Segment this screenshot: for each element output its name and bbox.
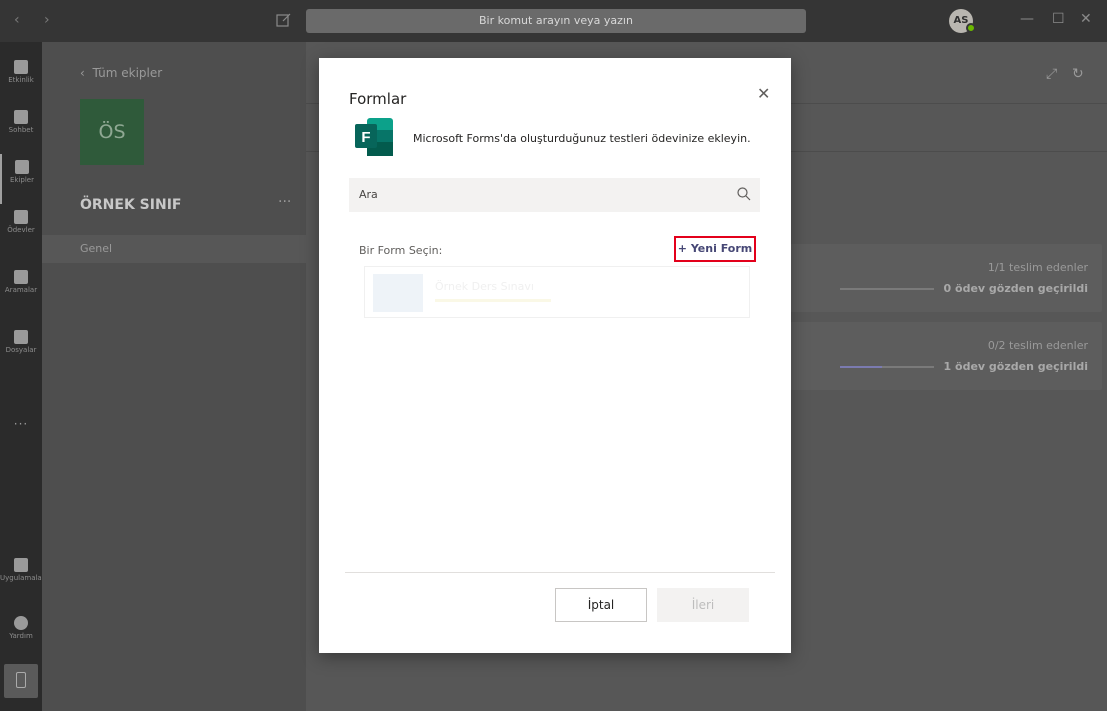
close-window-icon[interactable]: ✕	[1080, 11, 1092, 27]
status-indicator	[966, 23, 976, 33]
search-icon	[737, 187, 751, 201]
teams-icon	[15, 160, 29, 174]
expand-icon[interactable]: ⤢	[1046, 66, 1057, 82]
phone-icon	[14, 270, 28, 284]
assignments-icon	[14, 210, 28, 224]
nav-arrows[interactable]: ‹ ›	[14, 12, 60, 28]
app-rail: Etkinlik Sohbet Ekipler Ödevler Aramalar…	[0, 42, 45, 711]
device-icon[interactable]	[4, 664, 38, 698]
microsoft-forms-icon: F	[355, 118, 393, 156]
rail-item-calls[interactable]: Aramalar	[0, 264, 42, 314]
form-search-input[interactable]: Ara	[349, 178, 760, 212]
rail-item-apps[interactable]: Uygulamalar	[0, 552, 45, 602]
assignment-card[interactable]: 1/1 teslim edenler 0 ödev gözden geçiril…	[790, 244, 1102, 312]
compose-icon[interactable]	[275, 11, 293, 29]
form-thumbnail	[373, 274, 423, 312]
chat-icon	[14, 110, 28, 124]
refresh-icon[interactable]: ↻	[1072, 66, 1084, 82]
title-bar: ‹ › Bir komut arayın veya yazın AS — ☐ ✕	[0, 0, 1107, 42]
rail-item-activity[interactable]: Etkinlik	[0, 54, 42, 104]
dialog-title: Formlar	[349, 90, 407, 108]
rail-item-files[interactable]: Dosyalar	[0, 324, 42, 374]
file-icon	[14, 330, 28, 344]
team-more-icon[interactable]: ···	[278, 194, 291, 210]
team-tile: ÖS	[80, 99, 144, 165]
svg-text:F: F	[361, 129, 370, 146]
cancel-button[interactable]: İptal	[555, 588, 647, 622]
maximize-icon[interactable]: ☐	[1052, 11, 1065, 27]
review-progress-bar	[840, 366, 934, 368]
forms-dialog: Formlar ✕ F Microsoft Forms'da oluşturdu…	[319, 58, 791, 653]
bell-icon	[14, 60, 28, 74]
minimize-icon[interactable]: —	[1020, 11, 1034, 27]
rail-item-chat[interactable]: Sohbet	[0, 104, 42, 154]
team-name: ÖRNEK SINIF	[80, 197, 182, 213]
review-progress-bar	[840, 288, 934, 290]
channel-item-general[interactable]: Genel	[42, 235, 306, 263]
rail-item-help[interactable]: Yardım	[0, 610, 42, 660]
next-button[interactable]: İleri	[657, 588, 749, 622]
close-icon[interactable]: ✕	[757, 84, 770, 103]
apps-icon	[14, 558, 28, 572]
rail-item-teams[interactable]: Ekipler	[0, 154, 42, 204]
team-panel: ‹ Tüm ekipler ÖS ÖRNEK SINIF ··· Genel	[42, 42, 306, 711]
help-icon	[14, 616, 28, 630]
more-apps-icon[interactable]: ···	[0, 417, 42, 431]
rail-item-assignments[interactable]: Ödevler	[0, 204, 42, 254]
new-form-button[interactable]: + Yeni Form	[674, 236, 756, 262]
list-item[interactable]: Örnek Ders Sınavı	[364, 266, 750, 318]
command-search-bar[interactable]: Bir komut arayın veya yazın	[306, 9, 806, 33]
dialog-description: Microsoft Forms'da oluşturduğunuz testle…	[413, 132, 751, 145]
assignment-card[interactable]: 0/2 teslim edenler 1 ödev gözden geçiril…	[790, 322, 1102, 390]
back-to-teams-link[interactable]: ‹ Tüm ekipler	[80, 66, 162, 80]
pick-form-label: Bir Form Seçin:	[359, 244, 443, 257]
